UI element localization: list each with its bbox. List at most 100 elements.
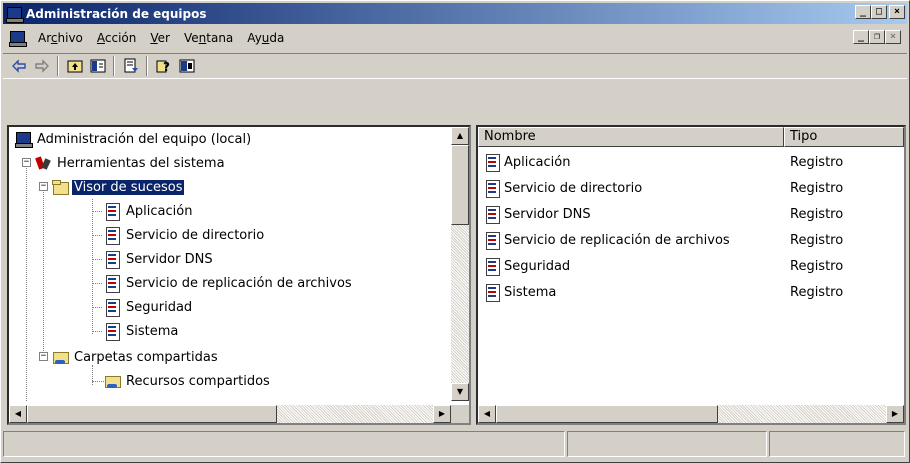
tree-item-log[interactable]: Servicio de replicación de archivos xyxy=(104,271,354,295)
list-item[interactable]: Servicio de replicación de archivos Regi… xyxy=(478,227,904,253)
scroll-down-button[interactable]: ▼ xyxy=(451,383,469,401)
event-log-icon xyxy=(104,275,120,293)
list-item-name: Aplicación xyxy=(504,154,571,170)
tree-connector xyxy=(92,199,93,334)
list-item[interactable]: Seguridad Registro xyxy=(478,253,904,279)
mdi-close-button[interactable]: × xyxy=(885,30,901,44)
scroll-up-button[interactable]: ▲ xyxy=(451,127,469,145)
tree-horizontal-scrollbar[interactable]: ◀ ▶ xyxy=(9,405,451,423)
help-icon: ? xyxy=(156,60,170,74)
shared-folder-icon xyxy=(104,373,121,389)
details-pane: Nombre Tipo Aplicación Registro Servicio… xyxy=(476,125,906,425)
list-item[interactable]: Servicio de directorio Registro xyxy=(478,175,904,201)
forward-icon xyxy=(34,59,49,73)
tree-item-log[interactable]: Aplicación xyxy=(104,199,194,223)
event-log-icon xyxy=(484,284,500,302)
show-tree-button[interactable] xyxy=(86,55,109,77)
event-log-icon xyxy=(104,203,120,221)
status-panel-main xyxy=(3,431,565,457)
list-item-name: Sistema xyxy=(504,284,557,300)
tree-item-computer-management[interactable]: Administración del equipo (local) xyxy=(15,127,253,151)
tree-item-system-tools[interactable]: Herramientas del sistema xyxy=(35,151,227,175)
collapse-toggle[interactable]: − xyxy=(39,182,48,191)
tree-item-event-viewer[interactable]: Visor de sucesos xyxy=(52,175,186,199)
tree-item-label: Servicio de replicación de archivos xyxy=(126,275,352,291)
tree-item-log[interactable]: Sistema xyxy=(104,319,180,343)
menu-ventana[interactable]: Ventana xyxy=(177,31,240,45)
collapse-toggle[interactable]: − xyxy=(22,158,31,167)
tree-item-log[interactable]: Servidor DNS xyxy=(104,247,215,271)
menu-ver[interactable]: Ver xyxy=(143,31,177,45)
scroll-right-button[interactable]: ▶ xyxy=(886,405,904,423)
menu-accion[interactable]: Acción xyxy=(90,31,143,45)
tree-item-label: Servidor DNS xyxy=(126,251,213,267)
list-item[interactable]: Sistema Registro xyxy=(478,279,904,305)
list-item-type: Registro xyxy=(790,180,844,196)
tree-item-label: Visor de sucesos xyxy=(70,178,186,196)
scroll-left-button[interactable]: ◀ xyxy=(9,405,27,423)
scroll-thumb[interactable] xyxy=(27,405,277,423)
tree-item-label: Servicio de directorio xyxy=(126,227,265,243)
event-log-icon xyxy=(484,258,500,276)
column-header-type[interactable]: Tipo xyxy=(784,127,904,147)
tree-vertical-scrollbar[interactable]: ▲ ▼ xyxy=(451,127,469,401)
export-list-button[interactable] xyxy=(119,55,142,77)
title-bar[interactable]: Administración de equipos _ □ × xyxy=(3,3,907,24)
back-icon xyxy=(11,59,26,73)
list-item-name: Servidor DNS xyxy=(504,206,591,222)
menu-archivo[interactable]: Archivo xyxy=(31,31,90,45)
help-button[interactable]: ? xyxy=(152,55,175,77)
tree-connector xyxy=(92,307,102,308)
list-item[interactable]: Aplicación Registro xyxy=(478,149,904,175)
menu-ayuda[interactable]: Ayuda xyxy=(240,31,291,45)
tree-connector xyxy=(26,163,27,401)
forward-button[interactable] xyxy=(30,55,53,77)
tree-item-shares[interactable]: Recursos compartidos xyxy=(104,369,272,393)
collapse-toggle[interactable]: − xyxy=(39,352,48,361)
show-tree-icon xyxy=(90,59,105,73)
list-item-name: Servicio de directorio xyxy=(504,180,643,196)
status-bar xyxy=(3,431,907,457)
list-item-name: Servicio de replicación de archivos xyxy=(504,232,730,248)
tools-icon xyxy=(35,155,51,171)
event-log-icon xyxy=(484,180,500,198)
mdi-minimize-button[interactable]: _ xyxy=(853,30,869,44)
maximize-button[interactable]: □ xyxy=(871,5,887,19)
computer-icon[interactable] xyxy=(9,30,27,47)
scroll-thumb[interactable] xyxy=(496,405,718,423)
computer-management-window: Administración de equipos _ □ × Archivo … xyxy=(0,0,910,463)
minimize-button[interactable]: _ xyxy=(855,5,871,19)
scroll-thumb[interactable] xyxy=(451,145,469,225)
console-tree: Administración del equipo (local) − Herr… xyxy=(9,127,449,401)
column-header-name[interactable]: Nombre xyxy=(478,127,784,147)
close-button[interactable]: × xyxy=(889,5,905,19)
tree-item-shared-folders[interactable]: Carpetas compartidas xyxy=(52,345,220,369)
caption-buttons: _ □ × xyxy=(855,5,905,19)
scroll-left-button[interactable]: ◀ xyxy=(478,405,496,423)
tree-connector xyxy=(92,331,102,332)
list-item-type: Registro xyxy=(790,206,844,222)
status-panel-middle xyxy=(567,431,767,457)
up-button[interactable] xyxy=(63,55,86,77)
list-item[interactable]: Servidor DNS Registro xyxy=(478,201,904,227)
back-button[interactable] xyxy=(7,55,30,77)
console-view-button[interactable] xyxy=(175,55,198,77)
tree-item-label: Recursos compartidos xyxy=(126,373,270,389)
list-item-name: Seguridad xyxy=(504,258,571,274)
computer-icon xyxy=(6,6,24,23)
tree-item-label: Sistema xyxy=(126,323,179,339)
tree-item-log[interactable]: Servicio de directorio xyxy=(104,223,266,247)
mdi-restore-button[interactable]: ❐ xyxy=(869,30,885,44)
tree-item-log[interactable]: Seguridad xyxy=(104,295,194,319)
event-log-icon xyxy=(104,227,120,245)
toolbar-separator xyxy=(146,56,148,76)
tree-item-label: Seguridad xyxy=(126,299,193,315)
toolbar-separator xyxy=(113,56,115,76)
scroll-right-button[interactable]: ▶ xyxy=(433,405,451,423)
scrollbar-corner xyxy=(451,405,469,423)
window-title: Administración de equipos xyxy=(26,6,207,21)
list-horizontal-scrollbar[interactable]: ◀ ▶ xyxy=(478,405,904,423)
tree-connector xyxy=(92,283,102,284)
tree-connector xyxy=(92,259,102,260)
menu-bar: Archivo Acción Ver Ventana Ayuda _ ❐ × xyxy=(3,27,907,49)
